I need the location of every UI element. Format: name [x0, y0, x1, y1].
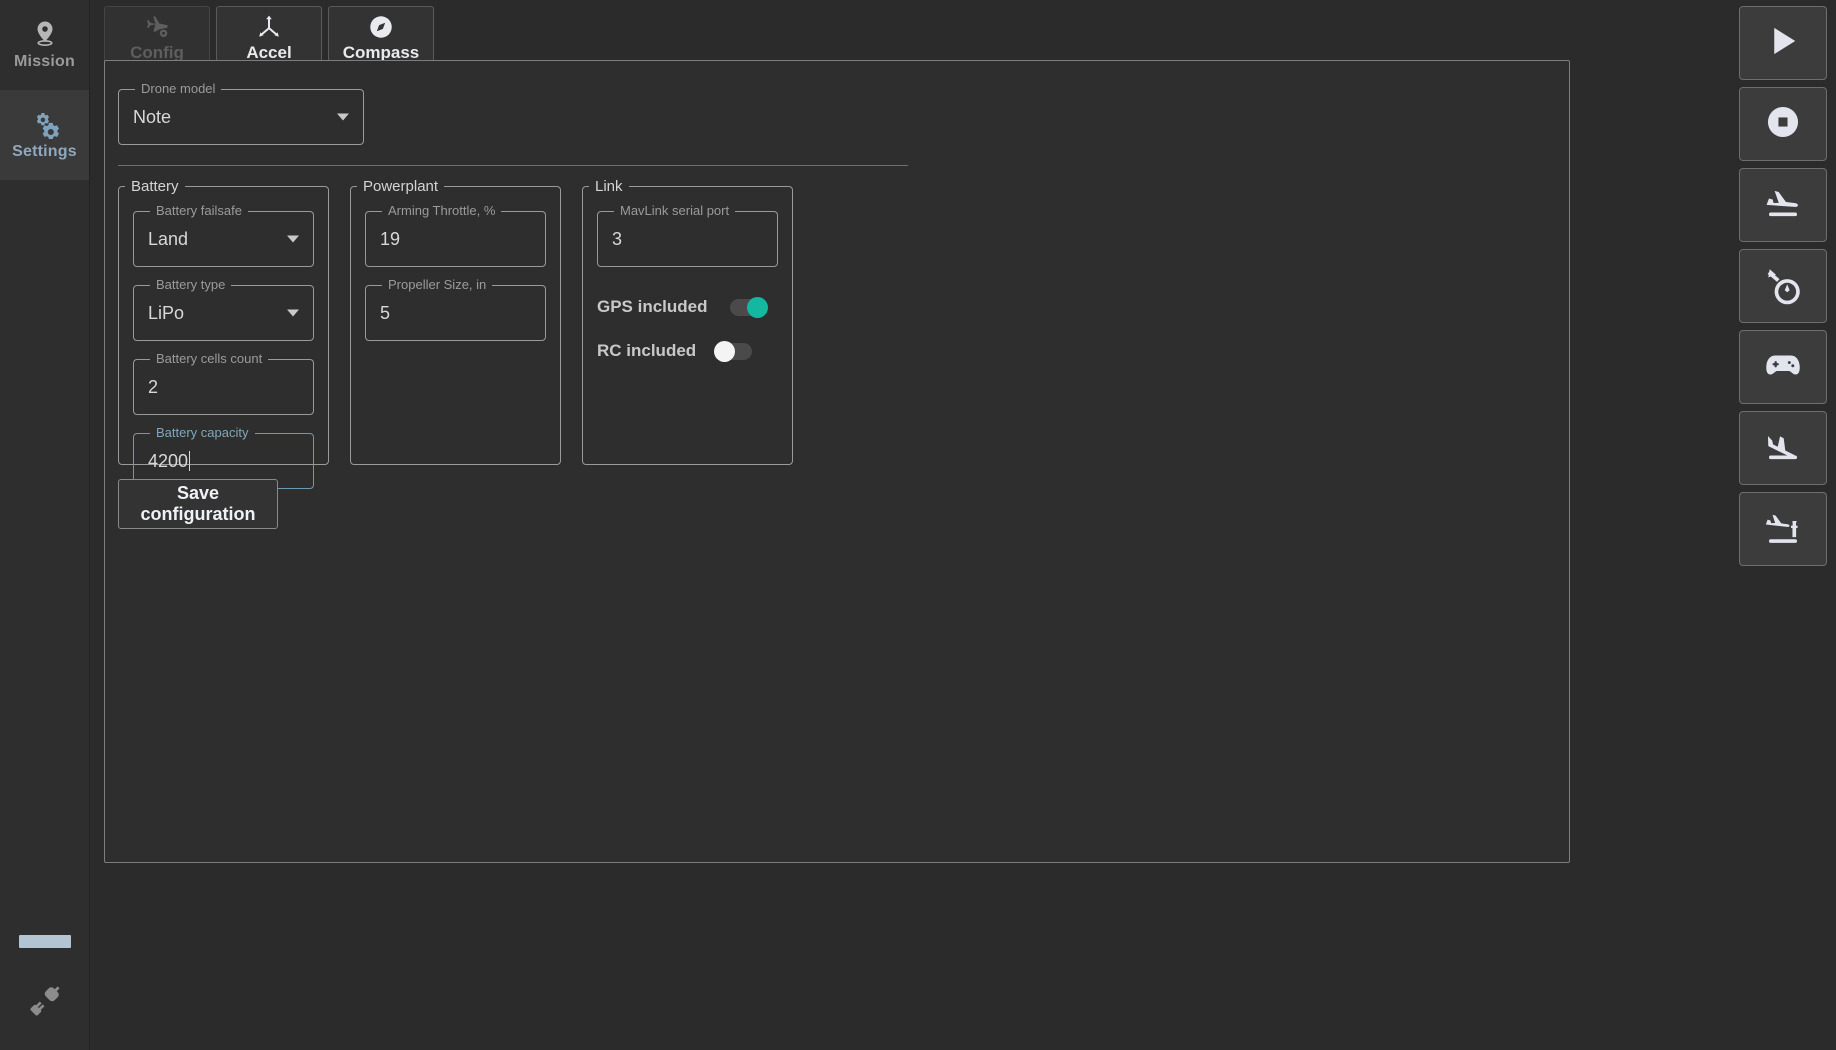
arming-throttle-input[interactable]: Arming Throttle, % 19: [365, 203, 546, 267]
drone-model-select[interactable]: Drone model Note: [118, 81, 364, 145]
battery-failsafe-value: Land: [148, 228, 189, 249]
battery-cells-count-input[interactable]: Battery cells count 2: [133, 351, 314, 415]
battery-type-select[interactable]: Battery type LiPo: [133, 277, 314, 341]
battery-capacity-value: 4200: [148, 450, 189, 471]
mavlink-serial-port-value: 3: [612, 228, 623, 249]
mavlink-serial-port-input[interactable]: MavLink serial port 3: [597, 203, 778, 267]
battery-type-value: LiPo: [148, 302, 185, 323]
land-button[interactable]: [1739, 411, 1827, 485]
right-action-rail: [1730, 0, 1836, 1050]
settings-groups-row: Battery Battery failsafe Land Battery ty…: [118, 178, 793, 489]
plane-gear-icon: [143, 13, 171, 41]
mavlink-serial-port-label: MavLink serial port: [614, 203, 736, 218]
tab-bar: Config Accel Compass: [90, 0, 1730, 68]
tab-compass[interactable]: Compass: [328, 6, 434, 68]
drone-model-value: Note: [133, 106, 172, 127]
gears-icon: [30, 109, 60, 140]
manual-control-button[interactable]: [1739, 330, 1827, 404]
rc-included-row: RC included: [597, 329, 778, 373]
propeller-size-input[interactable]: Propeller Size, in 5: [365, 277, 546, 341]
drone-model-group: Drone model Note: [118, 81, 364, 145]
section-divider: [118, 165, 908, 166]
chevron-down-icon: [287, 235, 299, 243]
battery-cells-count-label: Battery cells count: [150, 351, 269, 366]
gps-included-row: GPS included: [597, 285, 778, 329]
gps-included-label: GPS included: [597, 297, 708, 316]
return-home-button[interactable]: [1739, 492, 1827, 566]
gamepad-icon: [1762, 344, 1804, 391]
battery-type-label: Battery type: [150, 277, 232, 292]
map-pin-icon: [30, 19, 60, 49]
battery-capacity-label: Battery capacity: [150, 425, 255, 440]
stop-record-icon: [1762, 101, 1804, 148]
battery-failsafe-label: Battery failsafe: [150, 203, 248, 218]
plane-tower-icon: [1762, 506, 1804, 553]
takeoff-button[interactable]: [1739, 168, 1827, 242]
chevron-down-icon: [287, 309, 299, 317]
play-icon: [1762, 20, 1804, 67]
arming-throttle-label: Arming Throttle, %: [382, 203, 502, 218]
battery-group-legend: Battery: [131, 178, 179, 195]
descend-speed-button[interactable]: [1739, 249, 1827, 323]
sidebar-item-settings-label: Settings: [12, 143, 77, 160]
powerplant-group-legend: Powerplant: [363, 178, 439, 195]
arming-throttle-value: 19: [380, 228, 401, 249]
propeller-size-value: 5: [380, 302, 391, 323]
drone-model-label: Drone model: [135, 81, 222, 96]
config-panel: Drone model Note Battery Battery failsaf…: [104, 60, 1570, 863]
axes-3d-icon: [255, 13, 283, 41]
battery-cells-count-value: 2: [148, 376, 159, 397]
link-group-legend: Link: [595, 178, 623, 195]
tab-config[interactable]: Config: [104, 6, 210, 68]
chevron-down-icon: [337, 113, 349, 121]
plane-takeoff-icon: [1762, 182, 1804, 229]
app-window: Mission Settings Config Accel Compass Dr…: [0, 0, 1836, 1050]
status-indicator-bar: [18, 935, 71, 948]
sidebar-item-mission[interactable]: Mission: [0, 0, 89, 90]
link-group: Link MavLink serial port 3 GPS included: [582, 178, 793, 465]
compass-icon: [367, 13, 395, 41]
text-caret: [189, 451, 191, 471]
propeller-size-label: Propeller Size, in: [382, 277, 493, 292]
rail-bottom-status: [0, 935, 89, 1050]
toggle-knob: [746, 296, 768, 318]
main-content-area: Config Accel Compass Drone model Note Ba…: [90, 0, 1730, 1050]
battery-failsafe-select[interactable]: Battery failsafe Land: [133, 203, 314, 267]
disconnected-plug-icon[interactable]: [24, 980, 66, 1022]
battery-group: Battery Battery failsafe Land Battery ty…: [118, 178, 329, 489]
toggle-knob: [714, 340, 736, 362]
gauge-arrow-down-icon: [1762, 263, 1804, 310]
rc-included-toggle[interactable]: [714, 340, 753, 362]
sidebar-item-mission-label: Mission: [14, 53, 75, 70]
powerplant-group: Powerplant Arming Throttle, % 19 Propell…: [350, 178, 561, 465]
stop-button[interactable]: [1739, 87, 1827, 161]
tab-accel[interactable]: Accel: [216, 6, 322, 68]
save-configuration-button[interactable]: Save configuration: [118, 479, 278, 529]
rc-included-label: RC included: [597, 341, 697, 360]
play-button[interactable]: [1739, 6, 1827, 80]
plane-landing-icon: [1762, 425, 1804, 472]
gps-included-toggle[interactable]: [729, 296, 768, 318]
left-navigation-rail: Mission Settings: [0, 0, 90, 1050]
sidebar-item-settings[interactable]: Settings: [0, 90, 89, 180]
